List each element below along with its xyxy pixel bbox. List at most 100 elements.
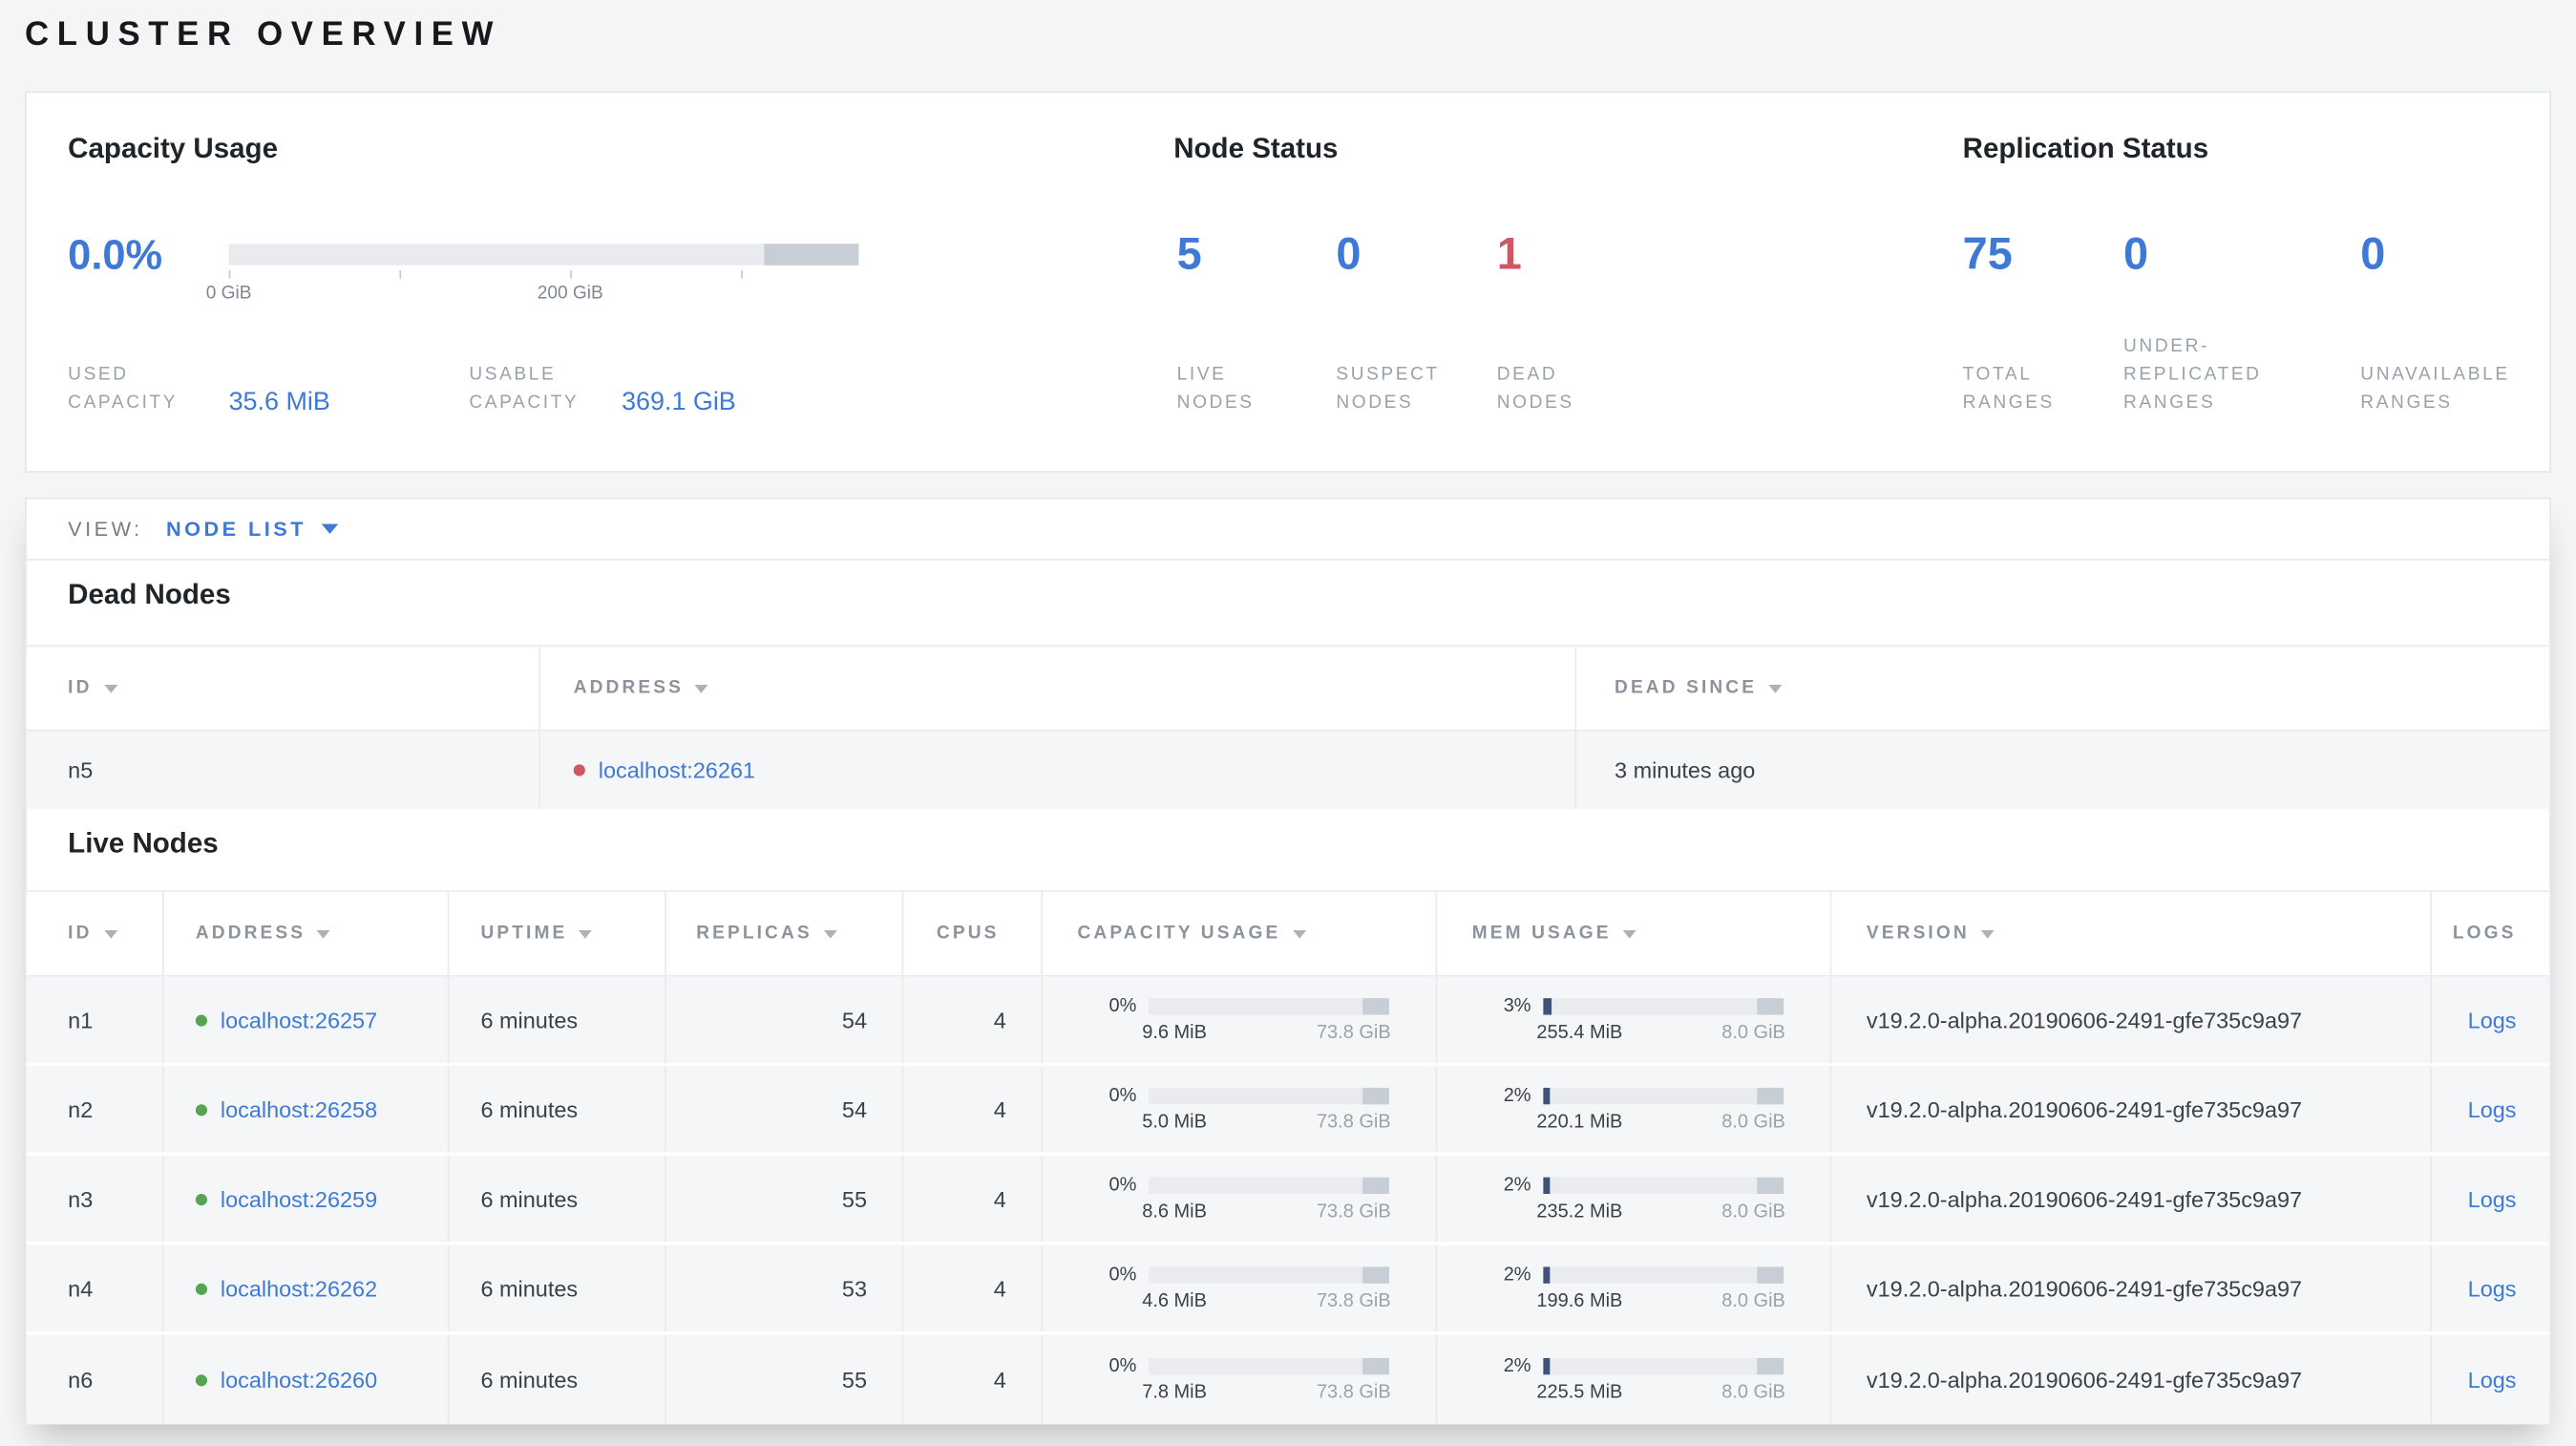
logs-link[interactable]: Logs	[2468, 1186, 2517, 1211]
column-header-id[interactable]: ID	[27, 892, 164, 975]
total-ranges-label: TOTAL RANGES	[1962, 364, 2055, 414]
usable-capacity-label: USABLE CAPACITY	[469, 364, 580, 414]
suspect-nodes-count: 0	[1336, 228, 1362, 279]
mem-percent: 2%	[1503, 1265, 1531, 1286]
mem-meter	[1543, 1177, 1784, 1195]
meter-total-segment	[1757, 1357, 1784, 1375]
axis-tick-label: 0 GiB	[205, 283, 252, 304]
meter-fill	[1543, 1177, 1551, 1195]
logs-link[interactable]: Logs	[2468, 1096, 2517, 1121]
view-selector[interactable]: NODE LIST	[166, 518, 338, 541]
mem-total-value: 8.0 GiB	[1721, 1291, 1785, 1312]
version-value: v19.2.0-alpha.20190606-2491-gfe735c9a97	[1831, 1334, 2432, 1425]
view-selected-value: NODE LIST	[165, 517, 306, 541]
capacity-meter	[1149, 1087, 1389, 1105]
node-id: n5	[27, 731, 540, 810]
column-header-dead-since[interactable]: DEAD SINCE	[1576, 647, 2549, 730]
mem-percent: 2%	[1503, 1175, 1531, 1196]
capacity-usage-cell: 0% 7.8 MiB 73.8 GiB	[1043, 1334, 1438, 1425]
meter-total-segment	[1362, 998, 1389, 1015]
node-id: n6	[27, 1334, 164, 1425]
node-id: n1	[27, 976, 164, 1063]
mem-meter	[1543, 1266, 1784, 1284]
capacity-percent: 0%	[1109, 996, 1137, 1017]
mem-percent: 2%	[1503, 1356, 1531, 1377]
column-label: DEAD SINCE	[1615, 678, 1758, 698]
mem-meter	[1543, 998, 1784, 1015]
node-address-link[interactable]: localhost:26262	[221, 1276, 377, 1301]
meter-total-segment	[1757, 998, 1784, 1015]
node-address-link[interactable]: localhost:26261	[599, 757, 755, 782]
dead-table-header: ID ADDRESS DEAD SINCE	[26, 645, 2550, 732]
cpus-value: 4	[903, 1066, 1044, 1153]
replicas-value: 55	[666, 1334, 904, 1425]
column-label: UPTIME	[480, 924, 568, 944]
node-id: n2	[27, 1066, 164, 1153]
cpus-value: 4	[903, 1334, 1044, 1425]
column-header-address[interactable]: ADDRESS	[164, 892, 450, 975]
axis-tick	[399, 269, 402, 279]
unavailable-count: 0	[2360, 228, 2386, 279]
replicas-value: 54	[666, 976, 904, 1063]
column-label: REPLICAS	[696, 924, 813, 944]
sort-desc-icon	[1622, 929, 1636, 938]
uptime-value: 6 minutes	[450, 1334, 666, 1425]
column-header-version[interactable]: VERSION	[1831, 892, 2432, 975]
column-header-replicas[interactable]: REPLICAS	[666, 892, 904, 975]
view-label: VIEW:	[68, 517, 143, 541]
logs-cell: Logs	[2432, 1156, 2549, 1242]
node-address-link[interactable]: localhost:26260	[221, 1367, 377, 1392]
sort-desc-icon	[1292, 929, 1306, 938]
capacity-bar: 0 GiB 200 GiB	[206, 244, 859, 304]
sort-desc-icon	[1980, 929, 1995, 938]
column-header-capacity-usage[interactable]: CAPACITY USAGE	[1043, 892, 1438, 975]
capacity-used-value: 8.6 MiB	[1142, 1201, 1207, 1223]
live-status-icon	[195, 1103, 208, 1116]
logs-link[interactable]: Logs	[2468, 1367, 2517, 1392]
table-row: n2 localhost:26258 6 minutes 54 4 0% 5.0…	[26, 1066, 2550, 1157]
cpus-value: 4	[903, 1244, 1044, 1332]
node-status-heading: Node Status	[1173, 132, 1339, 164]
live-table-header: ID ADDRESS UPTIME REPLICAS CPUS CAPACITY…	[26, 890, 2550, 977]
sort-desc-icon	[317, 929, 331, 938]
capacity-usage-cell: 0% 9.6 MiB 73.8 GiB	[1043, 976, 1438, 1063]
mem-used-value: 225.5 MiB	[1536, 1382, 1623, 1403]
live-nodes-heading: Live Nodes	[68, 827, 219, 860]
node-address-link[interactable]: localhost:26259	[221, 1186, 377, 1211]
logs-link[interactable]: Logs	[2468, 1276, 2517, 1301]
capacity-total-value: 73.8 GiB	[1316, 1291, 1391, 1312]
mem-percent: 2%	[1503, 1086, 1531, 1107]
dead-nodes-table: ID ADDRESS DEAD SINCE n5 localhost:26261	[26, 645, 2550, 810]
version-value: v19.2.0-alpha.20190606-2491-gfe735c9a97	[1831, 1156, 2432, 1243]
logs-link[interactable]: Logs	[2468, 1008, 2517, 1032]
mem-meter	[1543, 1357, 1784, 1375]
under-replicated-count: 0	[2123, 228, 2149, 279]
sort-desc-icon	[103, 684, 117, 692]
axis-tick	[741, 269, 743, 279]
cpus-value: 4	[903, 1156, 1044, 1243]
column-header-mem-usage[interactable]: MEM USAGE	[1437, 892, 1832, 975]
dead-nodes-count: 1	[1496, 228, 1522, 279]
column-header-logs: LOGS	[2432, 892, 2549, 975]
capacity-meter	[1149, 998, 1389, 1015]
column-header-address[interactable]: ADDRESS	[540, 647, 1577, 730]
logs-cell: Logs	[2432, 977, 2549, 1063]
capacity-total-value: 73.8 GiB	[1316, 1023, 1391, 1044]
column-header-uptime[interactable]: UPTIME	[450, 892, 666, 975]
node-address-link[interactable]: localhost:26257	[221, 1008, 377, 1032]
live-status-icon	[195, 1013, 208, 1026]
uptime-value: 6 minutes	[450, 1066, 666, 1153]
table-row: n4 localhost:26262 6 minutes 53 4 0% 4.6…	[26, 1244, 2550, 1335]
column-header-id[interactable]: ID	[27, 647, 540, 730]
version-value: v19.2.0-alpha.20190606-2491-gfe735c9a97	[1831, 1244, 2432, 1332]
sort-desc-icon	[103, 929, 117, 938]
live-status-icon	[195, 1193, 208, 1205]
used-capacity-label: USED CAPACITY	[68, 364, 179, 414]
mem-used-value: 255.4 MiB	[1536, 1023, 1623, 1044]
capacity-meter	[1149, 1177, 1389, 1195]
capacity-used-value: 7.8 MiB	[1142, 1382, 1207, 1403]
column-label: CAPACITY USAGE	[1077, 924, 1281, 944]
node-address-link[interactable]: localhost:26258	[221, 1096, 377, 1121]
meter-fill	[1543, 1087, 1551, 1105]
mem-total-value: 8.0 GiB	[1721, 1112, 1785, 1133]
